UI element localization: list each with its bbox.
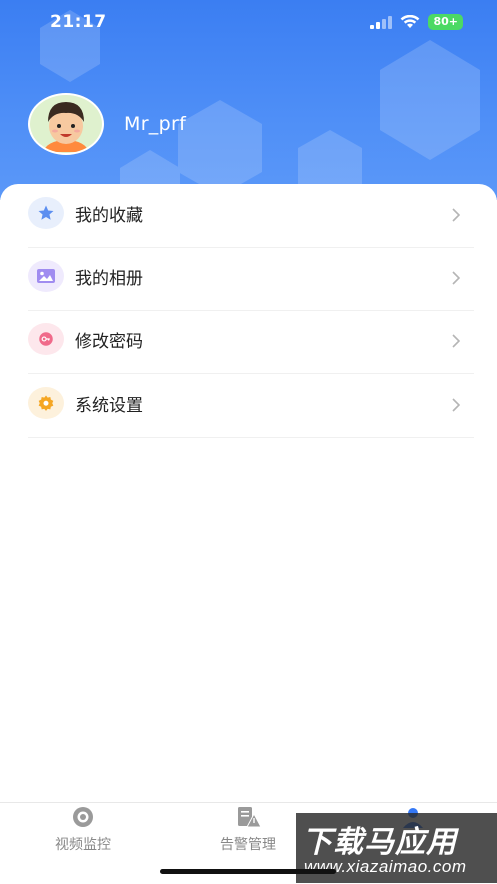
avatar[interactable] — [28, 93, 104, 155]
status-bar: 21:17 80+ — [0, 0, 497, 46]
profile-header: 21:17 80+ Mr_prf — [0, 0, 497, 200]
star-icon — [28, 197, 64, 229]
menu-item-favorites[interactable]: 我的收藏 — [28, 184, 474, 248]
cartoon-boy-avatar-icon — [44, 102, 88, 152]
menu-item-album[interactable]: 我的相册 — [28, 247, 474, 311]
menu-item-change-password[interactable]: 修改密码 — [28, 310, 474, 374]
chevron-right-icon — [452, 334, 460, 348]
tab-label: 视频监控 — [55, 837, 111, 853]
tab-video-monitoring[interactable]: 视频监控 — [23, 806, 143, 854]
menu-item-label: 修改密码 — [75, 332, 143, 352]
camera-eye-icon — [73, 807, 93, 827]
home-indicator[interactable] — [160, 869, 336, 874]
menu-card: 我的收藏 我的相册 修改密码 系统设置 — [0, 184, 497, 804]
battery-indicator: 80+ — [428, 14, 463, 30]
cellular-signal-icon — [370, 15, 393, 29]
photo-album-icon — [28, 260, 64, 292]
profile-section[interactable]: Mr_prf — [28, 93, 186, 155]
key-icon — [28, 323, 64, 355]
menu-item-label: 我的收藏 — [75, 206, 143, 226]
status-time: 21:17 — [50, 12, 107, 32]
gear-icon — [28, 387, 64, 419]
menu-item-system-settings[interactable]: 系统设置 — [28, 374, 474, 438]
username: Mr_prf — [124, 113, 187, 135]
alert-document-icon — [238, 807, 262, 828]
status-icons: 80+ — [370, 14, 463, 30]
menu-item-label: 我的相册 — [75, 269, 143, 289]
watermark-url: www.xiazaimao.com — [304, 857, 467, 876]
menu-item-label: 系统设置 — [75, 396, 143, 416]
tab-alarm-management[interactable]: 告警管理 — [188, 806, 308, 854]
watermark-title: 下载马应用 — [302, 825, 457, 860]
tab-label: 告警管理 — [220, 837, 276, 853]
chevron-right-icon — [452, 398, 460, 412]
chevron-right-icon — [452, 208, 460, 222]
chevron-right-icon — [452, 271, 460, 285]
wifi-icon — [401, 15, 420, 28]
